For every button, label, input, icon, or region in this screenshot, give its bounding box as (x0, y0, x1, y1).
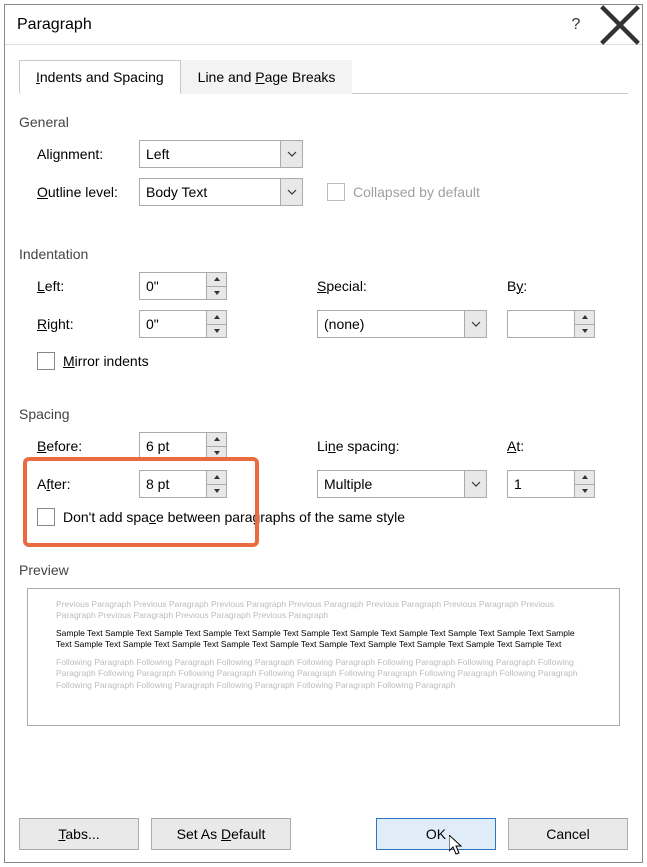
ok-button[interactable]: OK (376, 818, 496, 850)
preview-previous-text: Previous Paragraph Previous Paragraph Pr… (56, 599, 591, 622)
indent-left-spinner[interactable] (139, 272, 227, 300)
dialog-button-row: Tabs... Set As Default OK Cancel (19, 818, 628, 850)
indent-right-spinner[interactable] (139, 310, 227, 338)
at-label: At: (507, 438, 524, 454)
line-spacing-value[interactable] (317, 470, 487, 498)
spin-up-icon[interactable] (207, 273, 226, 287)
by-label: By: (507, 278, 527, 294)
help-button[interactable]: ? (554, 5, 598, 45)
section-preview: Preview Previous Paragraph Previous Para… (19, 562, 628, 726)
spin-down-icon[interactable] (207, 447, 226, 460)
outline-level-value[interactable] (139, 178, 303, 206)
indent-left-label: Left: (37, 278, 139, 294)
section-general-title: General (19, 114, 628, 130)
section-preview-title: Preview (19, 562, 628, 578)
alignment-combo[interactable] (139, 140, 303, 168)
spin-up-icon[interactable] (207, 471, 226, 485)
line-spacing-combo[interactable] (317, 470, 487, 498)
spin-up-icon[interactable] (575, 471, 594, 485)
dont-add-space-checkbox[interactable] (37, 508, 55, 526)
mirror-indents-label: Mirror indents (63, 353, 149, 369)
mirror-indents-checkbox[interactable] (37, 352, 55, 370)
preview-sample-text: Sample Text Sample Text Sample Text Samp… (56, 628, 591, 651)
preview-following-text: Following Paragraph Following Paragraph … (56, 657, 591, 691)
cancel-button[interactable]: Cancel (508, 818, 628, 850)
spin-up-icon[interactable] (207, 433, 226, 447)
chevron-down-icon[interactable] (464, 311, 486, 337)
special-combo[interactable] (317, 310, 487, 338)
indent-right-label: Right: (37, 316, 139, 332)
section-indentation-title: Indentation (19, 246, 628, 262)
spacing-after-spinner[interactable] (139, 470, 227, 498)
section-indentation: Indentation Left: Special: By: Right: (19, 246, 628, 370)
spacing-before-spinner[interactable] (139, 432, 227, 460)
outline-level-combo[interactable] (139, 178, 303, 206)
close-button[interactable] (598, 5, 642, 45)
line-spacing-label: Line spacing: (317, 438, 507, 454)
spin-down-icon[interactable] (207, 287, 226, 300)
window-title: Paragraph (17, 16, 554, 34)
preview-box: Previous Paragraph Previous Paragraph Pr… (27, 588, 620, 726)
chevron-down-icon[interactable] (464, 471, 486, 497)
spin-up-icon[interactable] (575, 311, 594, 325)
outline-level-label: Outline level: (37, 184, 139, 200)
section-general: General Alignment: Outline level: Collap… (19, 114, 628, 206)
section-spacing-title: Spacing (19, 406, 628, 422)
paragraph-dialog: Paragraph ? Indents and Spacing Line and… (4, 4, 643, 863)
dont-add-space-label: Don't add space between paragraphs of th… (63, 509, 405, 525)
special-label: Special: (317, 278, 507, 294)
at-spinner[interactable] (507, 470, 595, 498)
spin-up-icon[interactable] (207, 311, 226, 325)
spin-down-icon[interactable] (207, 325, 226, 338)
special-value[interactable] (317, 310, 487, 338)
tab-indents-spacing[interactable]: Indents and Spacing (19, 60, 181, 94)
spacing-after-label: After: (37, 476, 139, 492)
alignment-label: Alignment: (37, 146, 139, 162)
spacing-before-label: Before: (37, 438, 139, 454)
section-spacing: Spacing Before: Line spacing: At: After: (19, 406, 628, 526)
by-spinner[interactable] (507, 310, 595, 338)
chevron-down-icon[interactable] (280, 141, 302, 167)
alignment-value[interactable] (139, 140, 303, 168)
collapsed-label: Collapsed by default (353, 184, 480, 200)
collapsed-checkbox (327, 183, 345, 201)
spin-down-icon[interactable] (575, 325, 594, 338)
spin-down-icon[interactable] (575, 485, 594, 498)
cursor-icon (449, 835, 465, 857)
tab-line-page-breaks[interactable]: Line and Page Breaks (181, 60, 353, 94)
spin-down-icon[interactable] (207, 485, 226, 498)
tab-strip: Indents and Spacing Line and Page Breaks (19, 59, 628, 94)
set-as-default-button[interactable]: Set As Default (151, 818, 291, 850)
tabs-button[interactable]: Tabs... (19, 818, 139, 850)
chevron-down-icon[interactable] (280, 179, 302, 205)
titlebar: Paragraph ? (5, 5, 642, 45)
